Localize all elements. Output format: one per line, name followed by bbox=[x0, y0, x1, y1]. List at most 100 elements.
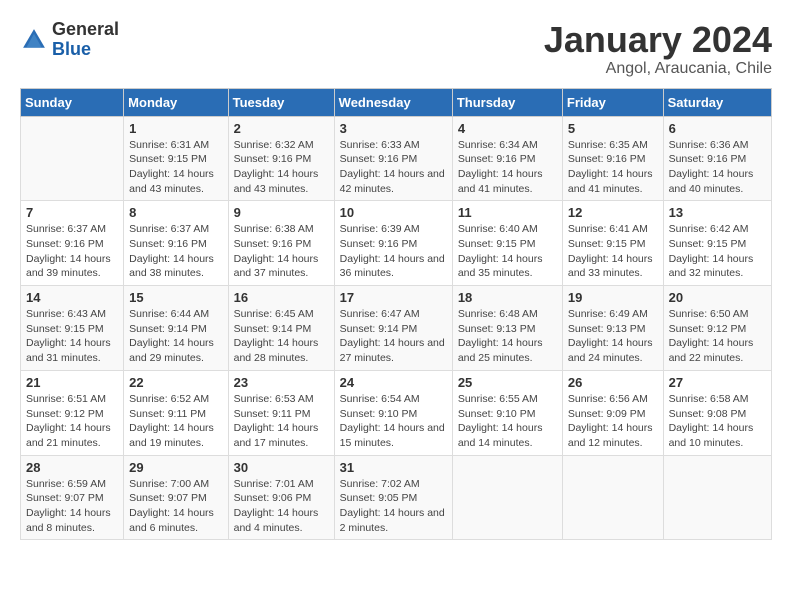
cell-info: Sunrise: 6:47 AMSunset: 9:14 PMDaylight:… bbox=[340, 307, 447, 366]
logo-icon bbox=[20, 26, 48, 54]
week-row-4: 21Sunrise: 6:51 AMSunset: 9:12 PMDayligh… bbox=[21, 370, 772, 455]
cell-info: Sunrise: 6:39 AMSunset: 9:16 PMDaylight:… bbox=[340, 222, 447, 281]
calendar-table: SundayMondayTuesdayWednesdayThursdayFrid… bbox=[20, 88, 772, 541]
day-number: 1 bbox=[129, 121, 222, 136]
week-row-1: 1 Sunrise: 6:31 AMSunset: 9:15 PMDaylight… bbox=[21, 116, 772, 201]
calendar-cell: 21Sunrise: 6:51 AMSunset: 9:12 PMDayligh… bbox=[21, 370, 124, 455]
calendar-cell: 31 Sunrise: 7:02 AMSunset: 9:05 PMDayligh… bbox=[334, 455, 452, 540]
calendar-cell: 25Sunrise: 6:55 AMSunset: 9:10 PMDayligh… bbox=[452, 370, 562, 455]
calendar-cell: 27 Sunrise: 6:58 AMSunset: 9:08 PMDayligh… bbox=[663, 370, 771, 455]
day-number: 10 bbox=[340, 205, 447, 220]
col-header-wednesday: Wednesday bbox=[334, 88, 452, 116]
calendar-title: January 2024 bbox=[544, 20, 772, 60]
day-number: 5 bbox=[568, 121, 658, 136]
title-block: January 2024 Angol, Araucania, Chile bbox=[544, 20, 772, 78]
calendar-cell: 11 Sunrise: 6:40 AMSunset: 9:15 PMDayligh… bbox=[452, 201, 562, 286]
day-number: 13 bbox=[669, 205, 766, 220]
cell-info: Sunrise: 6:37 AMSunset: 9:16 PMDaylight:… bbox=[26, 222, 118, 281]
col-header-friday: Friday bbox=[562, 88, 663, 116]
day-number: 12 bbox=[568, 205, 658, 220]
calendar-cell: 9Sunrise: 6:38 AMSunset: 9:16 PMDaylight… bbox=[228, 201, 334, 286]
day-number: 19 bbox=[568, 290, 658, 305]
calendar-cell: 23 Sunrise: 6:53 AMSunset: 9:11 PMDayligh… bbox=[228, 370, 334, 455]
cell-info: Sunrise: 6:40 AMSunset: 9:15 PMDaylight:… bbox=[458, 222, 557, 281]
cell-info: Sunrise: 7:00 AMSunset: 9:07 PMDaylight:… bbox=[129, 477, 222, 536]
cell-info: Sunrise: 6:43 AMSunset: 9:15 PMDaylight:… bbox=[26, 307, 118, 366]
cell-info: Sunrise: 6:49 AMSunset: 9:13 PMDaylight:… bbox=[568, 307, 658, 366]
calendar-cell bbox=[663, 455, 771, 540]
col-header-thursday: Thursday bbox=[452, 88, 562, 116]
day-number: 27 bbox=[669, 375, 766, 390]
cell-info: Sunrise: 6:53 AMSunset: 9:11 PMDaylight:… bbox=[234, 392, 329, 451]
day-number: 7 bbox=[26, 205, 118, 220]
cell-info: Sunrise: 6:32 AMSunset: 9:16 PMDaylight:… bbox=[234, 138, 329, 197]
day-number: 16 bbox=[234, 290, 329, 305]
day-number: 11 bbox=[458, 205, 557, 220]
calendar-cell: 13 Sunrise: 6:42 AMSunset: 9:15 PMDayligh… bbox=[663, 201, 771, 286]
calendar-cell: 16 Sunrise: 6:45 AMSunset: 9:14 PMDayligh… bbox=[228, 286, 334, 371]
calendar-cell: 22Sunrise: 6:52 AMSunset: 9:11 PMDayligh… bbox=[124, 370, 228, 455]
calendar-cell: 4Sunrise: 6:34 AMSunset: 9:16 PMDaylight… bbox=[452, 116, 562, 201]
cell-info: Sunrise: 6:37 AMSunset: 9:16 PMDaylight:… bbox=[129, 222, 222, 281]
calendar-cell: 1 Sunrise: 6:31 AMSunset: 9:15 PMDaylight… bbox=[124, 116, 228, 201]
logo-blue-text: Blue bbox=[52, 39, 91, 59]
day-number: 3 bbox=[340, 121, 447, 136]
day-number: 8 bbox=[129, 205, 222, 220]
cell-info: Sunrise: 6:38 AMSunset: 9:16 PMDaylight:… bbox=[234, 222, 329, 281]
day-number: 18 bbox=[458, 290, 557, 305]
day-number: 23 bbox=[234, 375, 329, 390]
calendar-header-row: SundayMondayTuesdayWednesdayThursdayFrid… bbox=[21, 88, 772, 116]
day-number: 29 bbox=[129, 460, 222, 475]
cell-info: Sunrise: 6:55 AMSunset: 9:10 PMDaylight:… bbox=[458, 392, 557, 451]
cell-info: Sunrise: 6:33 AMSunset: 9:16 PMDaylight:… bbox=[340, 138, 447, 197]
calendar-cell bbox=[562, 455, 663, 540]
cell-info: Sunrise: 7:02 AMSunset: 9:05 PMDaylight:… bbox=[340, 477, 447, 536]
calendar-cell: 5Sunrise: 6:35 AMSunset: 9:16 PMDaylight… bbox=[562, 116, 663, 201]
day-number: 30 bbox=[234, 460, 329, 475]
week-row-2: 7 Sunrise: 6:37 AMSunset: 9:16 PMDaylight… bbox=[21, 201, 772, 286]
cell-info: Sunrise: 6:59 AMSunset: 9:07 PMDaylight:… bbox=[26, 477, 118, 536]
col-header-saturday: Saturday bbox=[663, 88, 771, 116]
day-number: 15 bbox=[129, 290, 222, 305]
calendar-cell: 18 Sunrise: 6:48 AMSunset: 9:13 PMDayligh… bbox=[452, 286, 562, 371]
calendar-cell: 8 Sunrise: 6:37 AMSunset: 9:16 PMDaylight… bbox=[124, 201, 228, 286]
calendar-cell: 15 Sunrise: 6:44 AMSunset: 9:14 PMDayligh… bbox=[124, 286, 228, 371]
cell-info: Sunrise: 7:01 AMSunset: 9:06 PMDaylight:… bbox=[234, 477, 329, 536]
cell-info: Sunrise: 6:48 AMSunset: 9:13 PMDaylight:… bbox=[458, 307, 557, 366]
day-number: 20 bbox=[669, 290, 766, 305]
calendar-cell: 14Sunrise: 6:43 AMSunset: 9:15 PMDayligh… bbox=[21, 286, 124, 371]
cell-info: Sunrise: 6:44 AMSunset: 9:14 PMDaylight:… bbox=[129, 307, 222, 366]
week-row-3: 14Sunrise: 6:43 AMSunset: 9:15 PMDayligh… bbox=[21, 286, 772, 371]
calendar-cell: 17 Sunrise: 6:47 AMSunset: 9:14 PMDayligh… bbox=[334, 286, 452, 371]
day-number: 6 bbox=[669, 121, 766, 136]
col-header-monday: Monday bbox=[124, 88, 228, 116]
cell-info: Sunrise: 6:42 AMSunset: 9:15 PMDaylight:… bbox=[669, 222, 766, 281]
logo-general-text: General bbox=[52, 19, 119, 39]
cell-info: Sunrise: 6:54 AMSunset: 9:10 PMDaylight:… bbox=[340, 392, 447, 451]
cell-info: Sunrise: 6:45 AMSunset: 9:14 PMDaylight:… bbox=[234, 307, 329, 366]
page-header: General Blue January 2024 Angol, Araucan… bbox=[20, 20, 772, 78]
calendar-cell: 29 Sunrise: 7:00 AMSunset: 9:07 PMDayligh… bbox=[124, 455, 228, 540]
calendar-cell: 2Sunrise: 6:32 AMSunset: 9:16 PMDaylight… bbox=[228, 116, 334, 201]
calendar-cell: 6Sunrise: 6:36 AMSunset: 9:16 PMDaylight… bbox=[663, 116, 771, 201]
cell-info: Sunrise: 6:58 AMSunset: 9:08 PMDaylight:… bbox=[669, 392, 766, 451]
day-number: 24 bbox=[340, 375, 447, 390]
calendar-cell: 19 Sunrise: 6:49 AMSunset: 9:13 PMDayligh… bbox=[562, 286, 663, 371]
calendar-cell: 30 Sunrise: 7:01 AMSunset: 9:06 PMDayligh… bbox=[228, 455, 334, 540]
calendar-subtitle: Angol, Araucania, Chile bbox=[544, 60, 772, 78]
cell-info: Sunrise: 6:52 AMSunset: 9:11 PMDaylight:… bbox=[129, 392, 222, 451]
calendar-cell: 20Sunrise: 6:50 AMSunset: 9:12 PMDayligh… bbox=[663, 286, 771, 371]
day-number: 17 bbox=[340, 290, 447, 305]
cell-info: Sunrise: 6:31 AMSunset: 9:15 PMDaylight:… bbox=[129, 138, 222, 197]
calendar-cell bbox=[21, 116, 124, 201]
calendar-cell bbox=[452, 455, 562, 540]
day-number: 21 bbox=[26, 375, 118, 390]
cell-info: Sunrise: 6:34 AMSunset: 9:16 PMDaylight:… bbox=[458, 138, 557, 197]
logo: General Blue bbox=[20, 20, 119, 60]
day-number: 31 bbox=[340, 460, 447, 475]
calendar-cell: 24 Sunrise: 6:54 AMSunset: 9:10 PMDayligh… bbox=[334, 370, 452, 455]
week-row-5: 28Sunrise: 6:59 AMSunset: 9:07 PMDayligh… bbox=[21, 455, 772, 540]
calendar-cell: 12 Sunrise: 6:41 AMSunset: 9:15 PMDayligh… bbox=[562, 201, 663, 286]
cell-info: Sunrise: 6:41 AMSunset: 9:15 PMDaylight:… bbox=[568, 222, 658, 281]
calendar-cell: 28Sunrise: 6:59 AMSunset: 9:07 PMDayligh… bbox=[21, 455, 124, 540]
